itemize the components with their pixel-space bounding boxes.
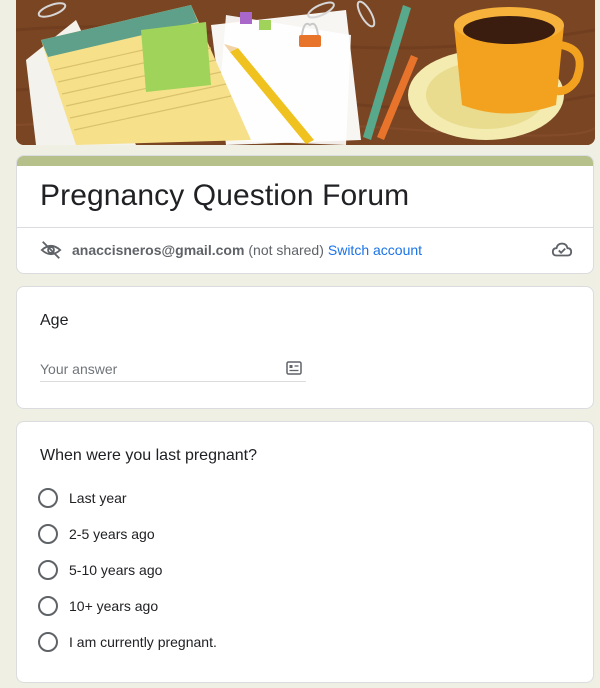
question-label-last-pregnant: When were you last pregnant? <box>40 447 258 464</box>
not-shared-note: (not shared) <box>248 242 324 258</box>
radio-option-label: 5-10 years ago <box>69 562 163 578</box>
cloud-check-icon <box>551 242 573 257</box>
radio-option-label: 2-5 years ago <box>69 526 155 542</box>
age-answer-field[interactable] <box>40 359 306 382</box>
radio-option[interactable]: 10+ years ago <box>38 595 158 617</box>
question-label-age: Age <box>40 312 69 329</box>
form-accent-bar <box>17 156 593 166</box>
radio-button[interactable] <box>38 560 58 580</box>
banner-illustration <box>16 0 595 145</box>
radio-button[interactable] <box>38 488 58 508</box>
radio-option-label: I am currently pregnant. <box>69 634 217 650</box>
header-banner-image <box>16 0 595 145</box>
question-card-age: Age <box>16 286 594 409</box>
radio-button[interactable] <box>38 524 58 544</box>
question-card-last-pregnant: When were you last pregnant? Last year 2… <box>16 421 594 683</box>
radio-option[interactable]: I am currently pregnant. <box>38 631 217 653</box>
header-divider <box>17 227 593 228</box>
contact-card-icon <box>286 361 302 375</box>
radio-button[interactable] <box>38 632 58 652</box>
account-row: anaccisneros@gmail.com (not shared) Swit… <box>40 239 573 261</box>
switch-account-link[interactable]: Switch account <box>328 242 422 258</box>
radio-option[interactable]: 2-5 years ago <box>38 523 155 545</box>
form-header-card: Pregnancy Question Forum anaccisneros@gm… <box>16 155 594 274</box>
radio-option-label: Last year <box>69 490 127 506</box>
form-title: Pregnancy Question Forum <box>40 179 410 212</box>
age-input[interactable] <box>40 359 270 379</box>
eye-off-icon <box>40 241 62 259</box>
radio-option[interactable]: 5-10 years ago <box>38 559 162 581</box>
radio-option-label: 10+ years ago <box>69 598 159 614</box>
account-email: anaccisneros@gmail.com <box>72 242 245 258</box>
radio-button[interactable] <box>38 596 58 616</box>
radio-option[interactable]: Last year <box>38 487 127 509</box>
